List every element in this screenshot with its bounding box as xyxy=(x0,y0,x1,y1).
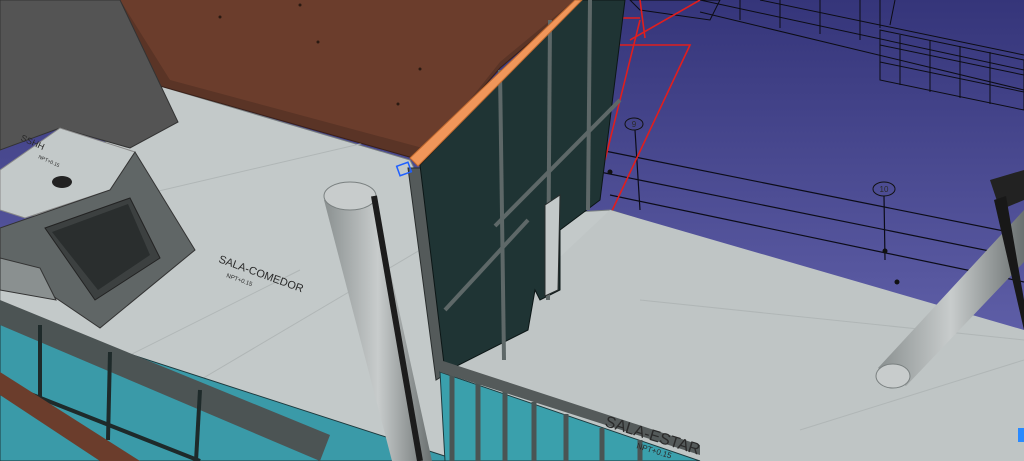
edge-marker xyxy=(1018,428,1024,442)
grid-dot xyxy=(607,169,613,175)
grid-marker-label: 10 xyxy=(880,185,889,194)
door-opening xyxy=(544,194,561,297)
grid-dot xyxy=(894,279,900,285)
model-canvas[interactable]: 9 10 SSHH NPT+0.15 SALA-COMEDOR NPT+0.15… xyxy=(0,0,1024,461)
grid-marker-label: 9 xyxy=(632,120,637,129)
grid-dot xyxy=(882,248,888,254)
roof-drain xyxy=(52,176,72,188)
3d-model-viewport[interactable]: 9 10 SSHH NPT+0.15 SALA-COMEDOR NPT+0.15… xyxy=(0,0,1024,461)
